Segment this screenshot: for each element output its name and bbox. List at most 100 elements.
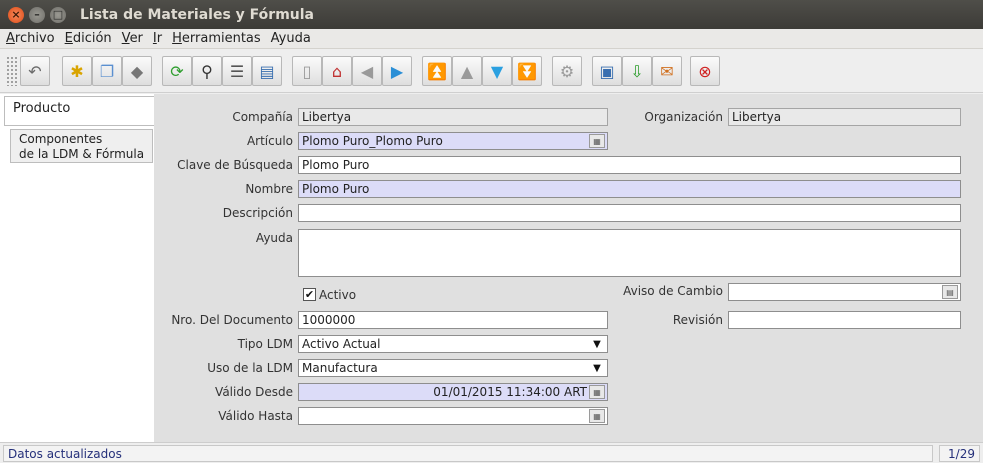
previous-record-button[interactable]: ▲ (452, 56, 482, 86)
calendar-button[interactable]: ▦ (589, 385, 605, 399)
aviso-lookup-button[interactable]: ▤ (942, 285, 958, 299)
history-icon: ▤ (259, 61, 275, 81)
chat-icon: ✉ (660, 61, 674, 81)
undo-icon: ↶ (28, 61, 42, 81)
new-record-icon: ✱ (70, 61, 84, 81)
calendar-icon: ▦ (593, 387, 601, 397)
tab-panel: Producto Componentes de la LDM & Fórmula (0, 94, 155, 442)
window-close-button[interactable]: × (8, 6, 24, 23)
organizacion-field[interactable]: Libertya (728, 108, 961, 126)
chevron-down-icon[interactable]: ▼ (589, 361, 605, 375)
history-button[interactable]: ▤ (252, 56, 282, 86)
home-icon: ⌂ (331, 61, 343, 81)
revision-field[interactable] (728, 311, 961, 329)
attachment-icon: ▯ (302, 61, 312, 81)
close-icon: ⊗ (698, 61, 712, 81)
lookup-icon: ▤ (946, 287, 954, 297)
find-icon: ⚲ (201, 61, 213, 81)
home-button[interactable]: ⌂ (322, 56, 352, 86)
toolbar-grip[interactable] (6, 56, 18, 86)
lookup-icon: ▦ (593, 136, 601, 146)
uso-ldm-select[interactable]: Manufactura (298, 359, 608, 377)
menu-ayuda[interactable]: Ayuda (271, 31, 311, 46)
new-record-button[interactable]: ✱ (62, 56, 92, 86)
window-maximize-button[interactable]: □ (50, 6, 66, 23)
report-icon: ☰ (229, 61, 245, 81)
settings-icon: ⚙ (559, 61, 575, 81)
delete-record-icon: ◆ (130, 61, 144, 81)
valido-hasta-label: Válido Hasta (218, 409, 293, 423)
menu-edicion[interactable]: Edición (65, 31, 112, 46)
tipo-ldm-label: Tipo LDM (237, 337, 293, 351)
refresh-icon: ⟳ (170, 61, 184, 81)
compania-field[interactable]: Libertya (298, 108, 608, 126)
attachment-button[interactable]: ▯ (292, 56, 322, 86)
form-panel: Compañía Libertya Organización Libertya … (154, 94, 983, 442)
tipo-ldm-select[interactable]: Activo Actual (298, 335, 608, 353)
next-record-button[interactable]: ▼ (482, 56, 512, 86)
compania-label: Compañía (232, 110, 293, 124)
previous-button[interactable]: ◀ (352, 56, 382, 86)
print-icon: ▣ (599, 61, 615, 81)
aviso-field[interactable] (728, 283, 961, 301)
previous-record-icon: ▲ (460, 61, 474, 81)
menu-herramientas[interactable]: Herramientas (172, 31, 261, 46)
next-icon: ▶ (390, 61, 404, 81)
descripcion-label: Descripción (222, 206, 293, 220)
window-minimize-button[interactable]: – (29, 6, 45, 23)
record-count[interactable]: 1/29 (939, 445, 980, 462)
calendar-button[interactable]: ▦ (589, 409, 605, 423)
nro-doc-field[interactable]: 1000000 (298, 311, 608, 329)
tab-producto[interactable]: Producto (4, 96, 155, 126)
settings-button[interactable]: ⚙ (552, 56, 582, 86)
copy-record-button[interactable]: ❐ (92, 56, 122, 86)
descripcion-field[interactable] (298, 204, 961, 222)
previous-icon: ◀ (360, 61, 374, 81)
delete-record-button[interactable]: ◆ (122, 56, 152, 86)
status-bar: Datos actualizados 1/29 (0, 442, 983, 463)
window-title: Lista de Materiales y Fórmula (80, 6, 314, 23)
chevron-down-icon[interactable]: ▼ (589, 337, 605, 351)
valido-hasta-field[interactable] (298, 407, 608, 425)
ayuda-textarea[interactable] (298, 229, 961, 277)
valido-desde-field[interactable]: 01/01/2015 11:34:00 ART (298, 383, 608, 401)
tab-componentes[interactable]: Componentes de la LDM & Fórmula (10, 129, 153, 163)
tab-componentes-label-line1: Componentes (19, 132, 103, 146)
nro-doc-label: Nro. Del Documento (171, 313, 293, 327)
articulo-label: Artículo (246, 134, 293, 148)
export-icon: ⇩ (630, 61, 644, 81)
title-bar: × – □ Lista de Materiales y Fórmula (0, 0, 983, 29)
report-button[interactable]: ☰ (222, 56, 252, 86)
tab-componentes-label-line2: de la LDM & Fórmula (19, 147, 145, 161)
print-button[interactable]: ▣ (592, 56, 622, 86)
next-button[interactable]: ▶ (382, 56, 412, 86)
clave-field[interactable]: Plomo Puro (298, 156, 961, 174)
chat-button[interactable]: ✉ (652, 56, 682, 86)
toolbar: ↶ ✱ ❐ ◆ ⟳ ⚲ ☰ ▤ ▯ ⌂ ◀ ▶ ⏫ ▲ ▼ ⏬ ⚙ ▣ ⇩ ✉ … (0, 50, 983, 93)
revision-label: Revisión (672, 313, 723, 327)
calendar-icon: ▦ (593, 411, 601, 421)
articulo-search-button[interactable]: ▦ (589, 134, 605, 148)
tab-producto-label: Producto (13, 101, 71, 116)
close-button[interactable]: ⊗ (690, 56, 720, 86)
last-record-button[interactable]: ⏬ (512, 56, 542, 86)
export-button[interactable]: ⇩ (622, 56, 652, 86)
menu-bar: Archivo Edición Ver Ir Herramientas Ayud… (0, 29, 983, 49)
valido-desde-label: Válido Desde (215, 385, 293, 399)
activo-checkbox[interactable]: ✔ (303, 288, 316, 301)
first-record-button[interactable]: ⏫ (422, 56, 452, 86)
menu-ver[interactable]: Ver (122, 31, 143, 46)
menu-ir[interactable]: Ir (153, 31, 162, 46)
find-button[interactable]: ⚲ (192, 56, 222, 86)
status-message: Datos actualizados (3, 445, 933, 462)
ayuda-label: Ayuda (255, 231, 293, 245)
menu-archivo[interactable]: Archivo (6, 31, 55, 46)
articulo-field[interactable]: Plomo Puro_Plomo Puro (298, 132, 608, 150)
activo-label: Activo (319, 288, 357, 302)
clave-label: Clave de Búsqueda (177, 158, 293, 172)
copy-record-icon: ❐ (99, 61, 115, 81)
undo-button[interactable]: ↶ (20, 56, 50, 86)
refresh-button[interactable]: ⟳ (162, 56, 192, 86)
nombre-field[interactable]: Plomo Puro (298, 180, 961, 198)
uso-ldm-label: Uso de la LDM (207, 361, 293, 375)
